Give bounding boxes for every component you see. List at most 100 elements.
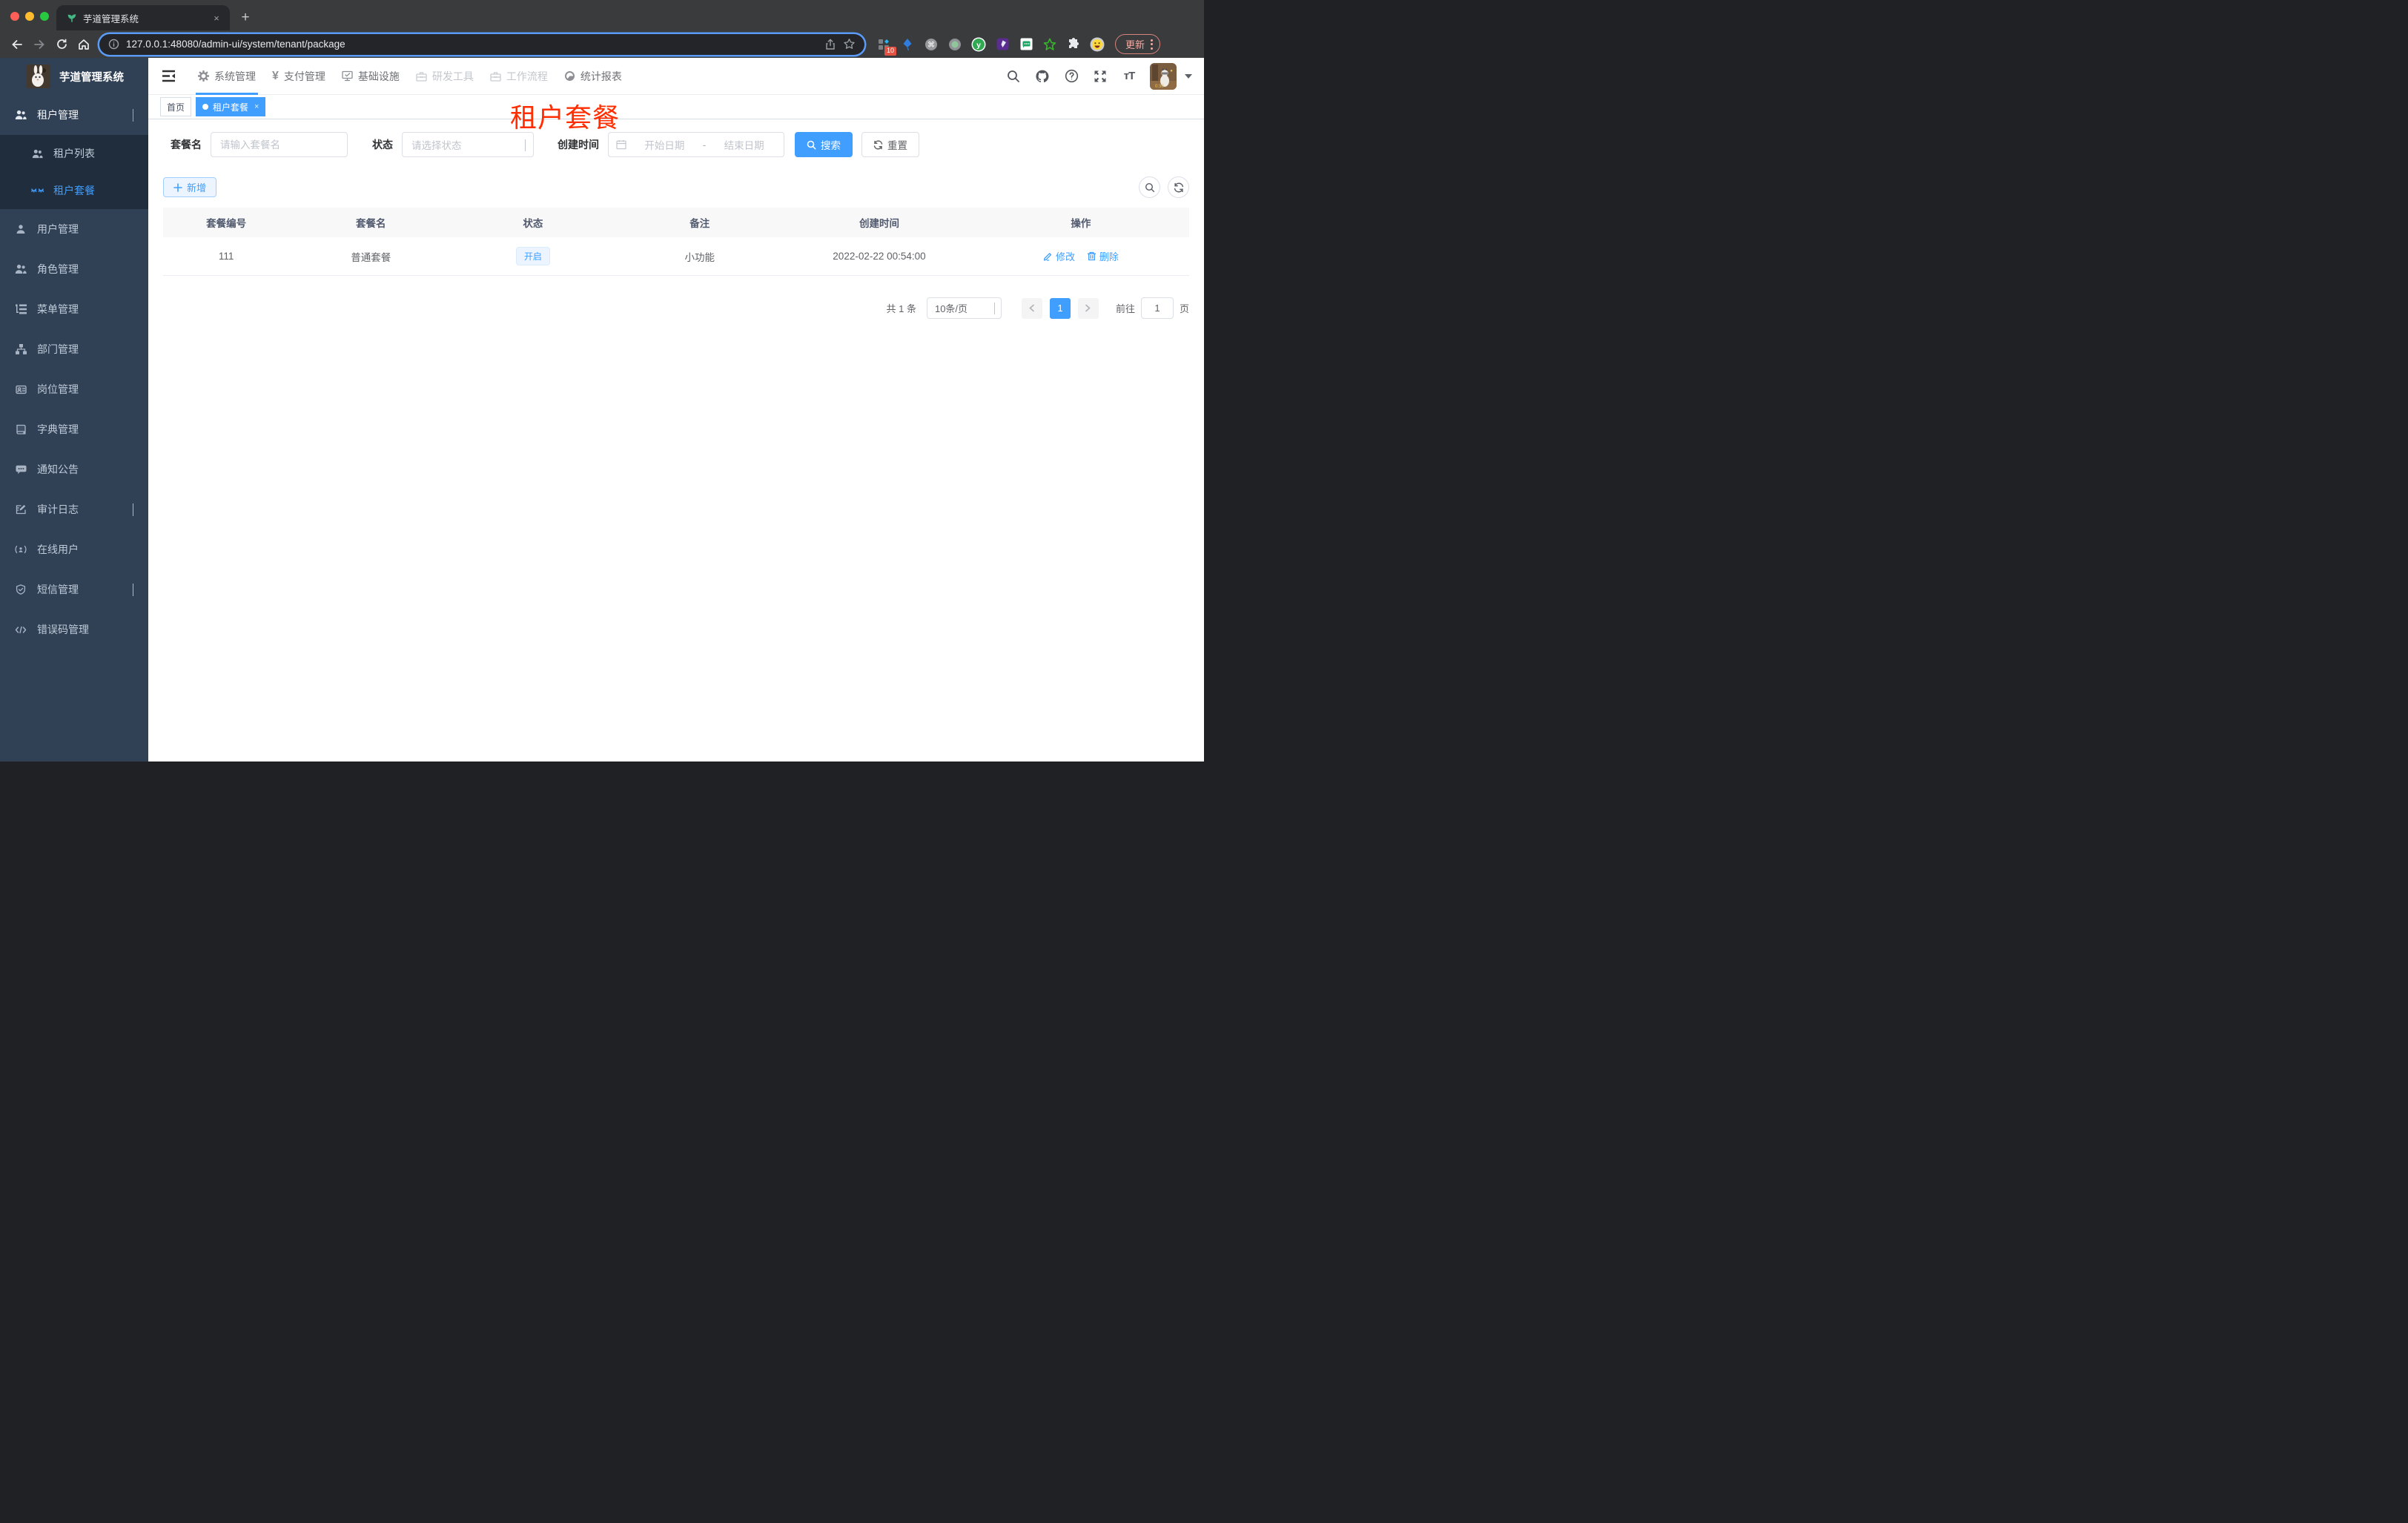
id-badge-icon [15, 385, 27, 394]
forward-icon[interactable] [28, 33, 50, 56]
tag-close-icon[interactable]: × [253, 102, 259, 111]
refresh-icon[interactable] [1168, 176, 1189, 198]
svg-text:⌘: ⌘ [927, 41, 935, 49]
sidebar-item-tenant-list[interactable]: 租户列表 [0, 135, 148, 172]
table-toolbar: 新增 [163, 176, 1189, 198]
window-minimize-button[interactable] [25, 12, 34, 21]
grid-extension-icon[interactable]: 10 [876, 37, 896, 56]
tag-home[interactable]: 首页 [160, 97, 192, 116]
url-text: 127.0.0.1:48080/admin-ui/system/tenant/p… [126, 39, 345, 50]
star-extension-icon[interactable] [1042, 37, 1057, 52]
sidebar-item-label: 通知公告 [37, 463, 79, 475]
new-tab-button[interactable]: + [236, 8, 255, 27]
search-icon[interactable] [1005, 68, 1022, 85]
goto-page-input[interactable] [1140, 297, 1174, 319]
reset-button[interactable]: 重置 [861, 132, 919, 157]
home-icon[interactable] [73, 33, 95, 56]
share-icon[interactable] [824, 39, 836, 50]
filter-name-label: 套餐名 [171, 139, 202, 151]
top-nav-workflow[interactable]: 工作流程 [482, 58, 556, 95]
sidebar-item-audit-log[interactable]: 审计日志 [0, 489, 148, 529]
end-date-placeholder[interactable]: 结束日期 [712, 137, 776, 152]
kebab-menu-icon [1151, 39, 1154, 50]
screen: 芋道管理系统 × + 127.0.0.1:48080/admin-ui/syst… [0, 0, 1204, 762]
site-info-icon[interactable] [108, 39, 119, 50]
top-nav-system[interactable]: 系统管理 [190, 58, 264, 95]
command-extension-icon[interactable]: ⌘ [924, 37, 939, 52]
sidebar-item-error-code[interactable]: 错误码管理 [0, 609, 148, 650]
top-nav-infrastructure[interactable]: 基础设施 [334, 58, 408, 95]
fullscreen-icon[interactable] [1092, 68, 1108, 85]
svg-text:y: y [976, 40, 981, 49]
sidebar-item-department-management[interactable]: 部门管理 [0, 329, 148, 369]
back-icon[interactable] [6, 33, 28, 56]
browser-update-menu[interactable]: 更新 [1115, 34, 1161, 54]
font-size-icon[interactable]: ᴛT [1121, 68, 1137, 85]
browser-toolbar: 127.0.0.1:48080/admin-ui/system/tenant/p… [0, 30, 1204, 58]
sidebar-item-post-management[interactable]: 岗位管理 [0, 369, 148, 409]
kite-extension-icon[interactable] [900, 37, 915, 52]
admin-app: 芋道管理系统 租户管理 租户列表 租户套餐 用户管理 角色管理 菜单管理 部门管… [0, 58, 1204, 762]
address-bar[interactable]: 127.0.0.1:48080/admin-ui/system/tenant/p… [99, 33, 864, 55]
tag-tenant-package[interactable]: 租户套餐 × [196, 97, 266, 116]
page-number-1[interactable]: 1 [1049, 297, 1071, 319]
reload-icon[interactable] [50, 33, 73, 56]
top-nav-reports[interactable]: 统计报表 [556, 58, 630, 95]
top-nav-label: 研发工具 [431, 70, 474, 82]
top-nav-dev-tools[interactable]: 研发工具 [408, 58, 482, 95]
prev-page-button[interactable] [1021, 297, 1042, 319]
svg-text:0:30: 0:30 [1155, 85, 1164, 89]
delete-link[interactable]: 删除 [1087, 249, 1119, 263]
sidebar-item-tenant-management[interactable]: 租户管理 [0, 95, 148, 135]
sidebar-item-online-users[interactable]: 在线用户 [0, 529, 148, 569]
grey-circle-extension-icon[interactable] [947, 37, 962, 52]
sidebar-item-tenant-package[interactable]: 租户套餐 [0, 172, 148, 209]
toggle-search-icon[interactable] [1139, 176, 1160, 198]
filter-status-label: 状态 [372, 139, 393, 151]
add-button[interactable]: 新增 [163, 177, 217, 197]
sidebar-item-label: 租户列表 [53, 148, 95, 159]
package-table: 套餐编号 套餐名 状态 备注 创建时间 操作 111 普通套餐 开启 小功能 2… [163, 208, 1189, 276]
sidebar-item-user-management[interactable]: 用户管理 [0, 209, 148, 249]
shield-extension-icon[interactable] [995, 37, 1010, 52]
sidebar-item-role-management[interactable]: 角色管理 [0, 249, 148, 289]
page-size-value: 10条/页 [934, 303, 968, 314]
user-avatar[interactable]: ● 0:30 [1150, 62, 1177, 90]
sidebar-item-label: 用户管理 [37, 223, 79, 235]
top-nav: 系统管理 ¥ 支付管理 基础设施 研发工具 工作流程 统计报表 [190, 58, 630, 95]
sidebar-item-dict-management[interactable]: 字典管理 [0, 409, 148, 449]
range-separator: - [702, 139, 707, 151]
window-zoom-button[interactable] [40, 12, 49, 21]
sidebar-item-label: 短信管理 [37, 584, 79, 595]
puzzle-extension-icon[interactable] [1066, 37, 1081, 52]
edit-link[interactable]: 修改 [1043, 249, 1075, 263]
sidebar-item-sms-management[interactable]: 短信管理 [0, 569, 148, 609]
bookmark-star-icon[interactable] [843, 38, 856, 50]
next-page-button[interactable] [1077, 297, 1099, 319]
help-icon[interactable] [1063, 68, 1079, 85]
chat-extension-icon[interactable] [1019, 37, 1033, 52]
sidebar-item-menu-management[interactable]: 菜单管理 [0, 289, 148, 329]
avatar-caret-icon[interactable] [1185, 73, 1192, 79]
top-nav-payment[interactable]: ¥ 支付管理 [264, 58, 334, 95]
sidebar-logo[interactable]: 芋道管理系统 [0, 58, 148, 95]
browser-tab[interactable]: 芋道管理系统 × [56, 5, 230, 30]
monitor-icon [342, 70, 353, 82]
start-date-placeholder[interactable]: 开始日期 [632, 137, 697, 152]
sidebar-collapse-icon[interactable] [160, 68, 176, 85]
y-extension-icon[interactable]: y [971, 37, 986, 52]
emoji-extension-icon[interactable] [1090, 37, 1105, 52]
sidebar-item-notice[interactable]: 通知公告 [0, 449, 148, 489]
status-select[interactable]: 请选择状态 [402, 132, 534, 157]
top-nav-label: 基础设施 [357, 70, 400, 82]
date-range-picker[interactable]: 开始日期 - 结束日期 [608, 132, 784, 157]
yen-icon: ¥ [272, 69, 279, 82]
page-size-select[interactable]: 10条/页 [926, 297, 1002, 319]
window-close-button[interactable] [10, 12, 19, 21]
logo-rabbit-image [27, 65, 50, 88]
search-button[interactable]: 搜索 [795, 132, 853, 157]
github-icon[interactable] [1034, 68, 1051, 85]
browser-chrome: 芋道管理系统 × + 127.0.0.1:48080/admin-ui/syst… [0, 0, 1204, 58]
package-name-input[interactable] [220, 139, 338, 151]
tab-close-icon[interactable]: × [211, 13, 222, 24]
